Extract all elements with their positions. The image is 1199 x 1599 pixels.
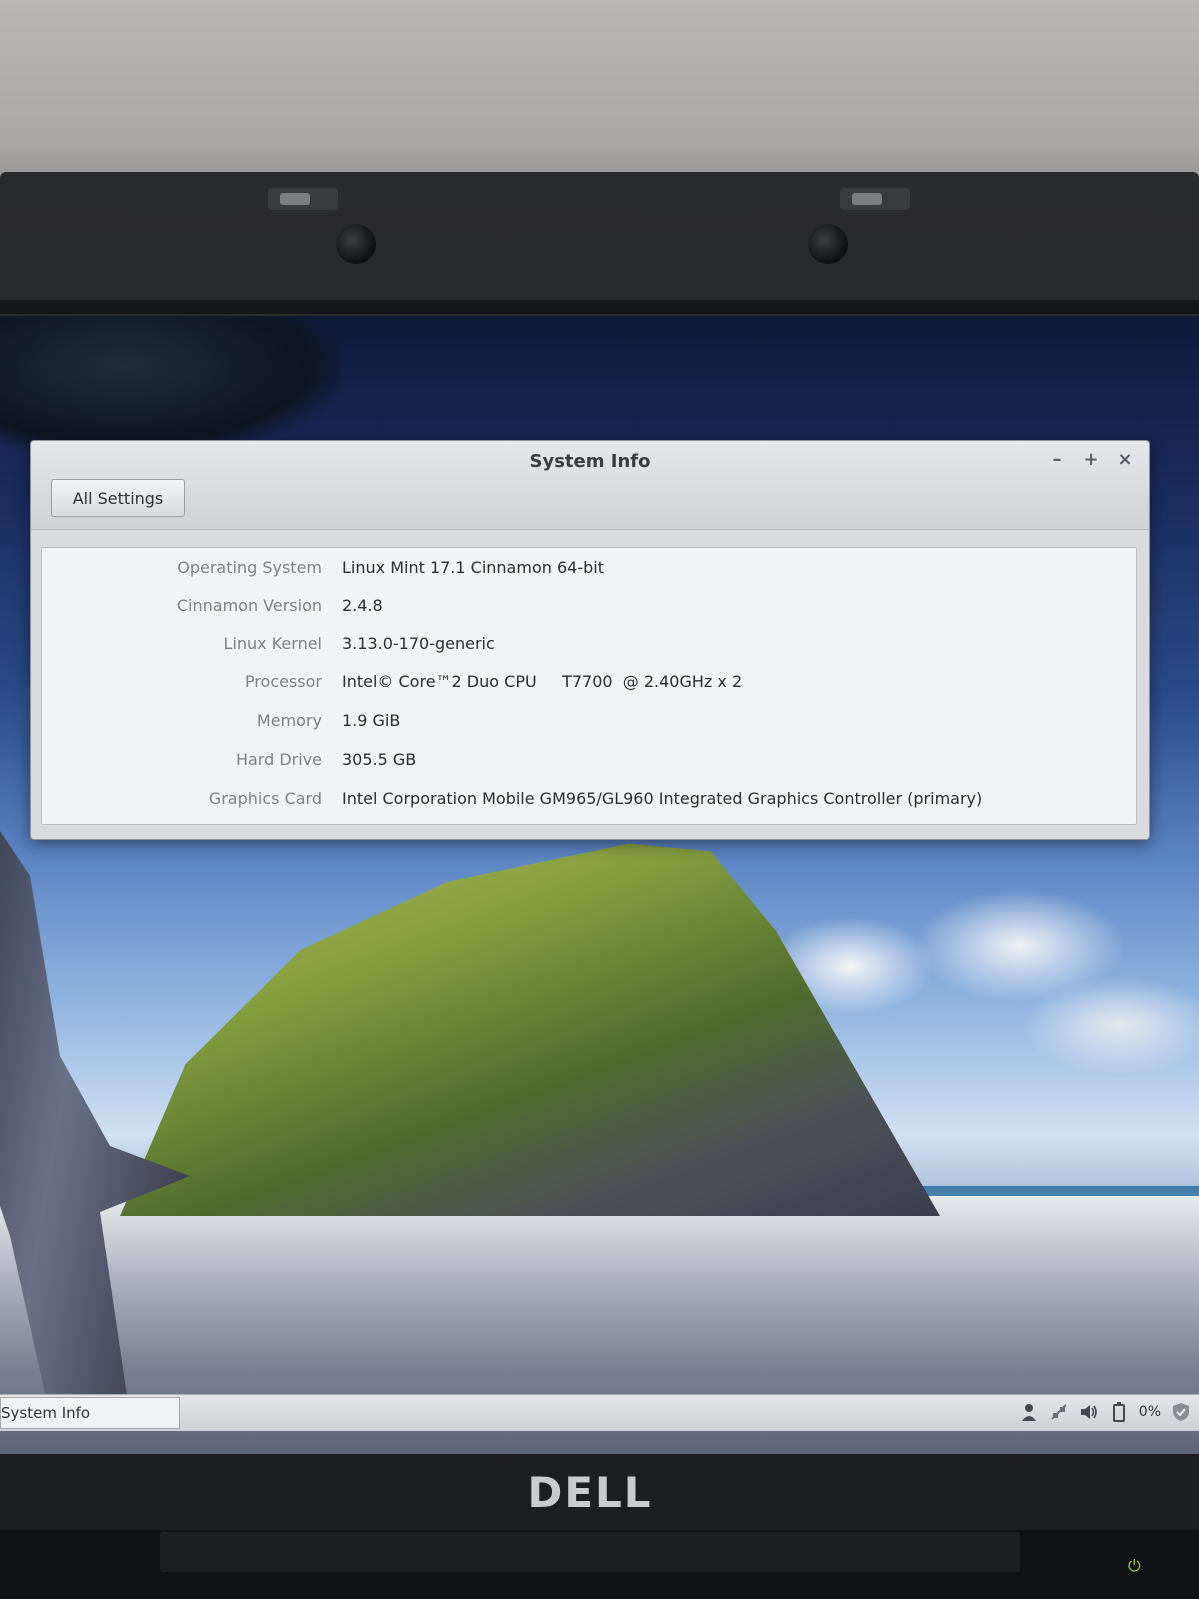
taskbar-panel: System Info 0% — [0, 1394, 1199, 1431]
hinge-left — [268, 188, 338, 210]
info-value: 1.9 GiB — [342, 710, 401, 730]
info-row-processor: Processor Intel© Core™2 Duo CPU T7700 @ … — [42, 666, 1136, 696]
info-value: 305.5 GB — [342, 749, 417, 769]
shield-icon[interactable] — [1171, 1401, 1191, 1423]
info-value: Intel© Core™2 Duo CPU T7700 @ 2.40GHz x … — [342, 671, 743, 691]
info-label: Processor — [244, 671, 322, 691]
laptop-hinge-panel — [160, 1532, 1020, 1572]
wall-background — [0, 0, 1199, 200]
bezel-edge — [0, 300, 1199, 314]
power-icon: ⏻ — [1128, 1556, 1141, 1575]
minimize-button[interactable]: – — [1047, 449, 1067, 470]
info-label: Memory — [256, 710, 322, 730]
info-value: Linux Mint 17.1 Cinnamon 64-bit — [342, 557, 604, 577]
info-row-graphics: Graphics Card Intel Corporation Mobile G… — [42, 783, 1136, 813]
info-row-cinnamon: Cinnamon Version 2.4.8 — [42, 590, 1136, 620]
info-label: Operating System — [177, 557, 322, 577]
desktop-screen: System Info – + × All Settings Operating… — [0, 316, 1199, 1454]
dell-logo: DELL — [527, 1468, 653, 1517]
info-label: Graphics Card — [208, 788, 322, 808]
info-label: Hard Drive — [235, 749, 322, 769]
info-label: Cinnamon Version — [176, 595, 322, 615]
info-panel: Operating System Linux Mint 17.1 Cinnamo… — [41, 547, 1137, 825]
window-title: System Info — [529, 451, 651, 472]
all-settings-button[interactable]: All Settings — [51, 479, 185, 517]
info-row-hard-drive: Hard Drive 305.5 GB — [42, 744, 1136, 774]
close-button[interactable]: × — [1115, 449, 1135, 470]
info-row-memory: Memory 1.9 GiB — [42, 705, 1136, 735]
taskbar-window-button[interactable]: System Info — [0, 1397, 180, 1429]
window-titlebar[interactable]: System Info – + × All Settings — [31, 441, 1149, 530]
bumper-right — [808, 224, 848, 264]
info-row-kernel: Linux Kernel 3.13.0-170-generic — [42, 628, 1136, 658]
hinge-right — [840, 188, 910, 210]
network-icon[interactable] — [1049, 1401, 1069, 1423]
info-value: 2.4.8 — [342, 595, 383, 615]
battery-percent: 0% — [1138, 1404, 1161, 1420]
info-row-os: Operating System Linux Mint 17.1 Cinnamo… — [42, 552, 1136, 582]
window-controls: – + × — [1047, 449, 1135, 470]
battery-icon[interactable] — [1109, 1401, 1129, 1423]
wallpaper-tree — [0, 316, 340, 456]
info-value: 3.13.0-170-generic — [342, 633, 495, 653]
bumper-left — [336, 224, 376, 264]
maximize-button[interactable]: + — [1081, 449, 1101, 470]
volume-icon[interactable] — [1079, 1401, 1099, 1423]
info-label: Linux Kernel — [223, 633, 322, 653]
user-icon[interactable] — [1019, 1401, 1039, 1423]
info-value: Intel Corporation Mobile GM965/GL960 Int… — [342, 788, 983, 808]
system-info-window: System Info – + × All Settings Operating… — [30, 440, 1150, 840]
system-tray: 0% — [1019, 1401, 1191, 1423]
